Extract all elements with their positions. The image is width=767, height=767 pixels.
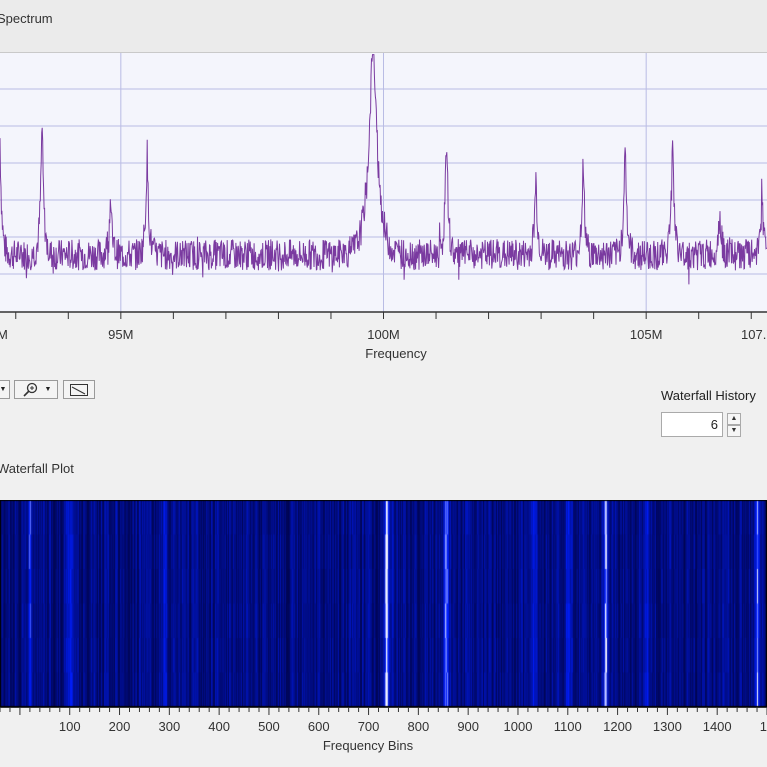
waterfall-x-axis-label: Frequency Bins [322, 738, 414, 753]
zoom-fit-button[interactable] [63, 380, 95, 399]
waterfall-x-tick-label: 1000 [504, 719, 533, 734]
spectrum-x-axis-label: Frequency [365, 346, 427, 361]
spectrum-x-tick-label: M [0, 327, 8, 342]
waterfall-x-tick-label: 600 [308, 719, 330, 734]
waterfall-x-tick-label: 300 [158, 719, 180, 734]
waterfall-heatmap[interactable] [0, 500, 767, 707]
waterfall-x-tick-label: 1100 [554, 719, 582, 734]
waterfall-x-tick-label: 1300 [653, 719, 682, 734]
spectrum-x-tick-label: 107. [741, 327, 766, 342]
chevron-down-icon: ▼ [730, 427, 738, 434]
spectrum-chart[interactable]: 95M 100M 105M M 107. [0, 52, 767, 342]
spectrum-x-tick-label: 105M [630, 327, 663, 342]
waterfall-x-tick-label: 200 [109, 719, 131, 734]
zoom-fit-icon [70, 383, 88, 396]
chevron-down-icon[interactable]: ▼ [45, 386, 52, 393]
waterfall-history-input[interactable] [661, 412, 723, 437]
waterfall-x-tick-label: 1200 [603, 719, 632, 734]
waterfall-x-tick-label: 15 [760, 719, 767, 734]
zoom-button[interactable]: ▼ [14, 380, 58, 399]
chevron-up-icon: ▲ [730, 415, 738, 422]
chevron-down-icon: ▼ [0, 386, 7, 393]
pan-dropdown-button[interactable]: ▼ [0, 380, 10, 399]
spin-up-button[interactable]: ▲ [727, 413, 741, 425]
waterfall-x-tick-label: 1400 [703, 719, 732, 734]
waterfall-x-tick-label: 900 [457, 719, 479, 734]
spectrum-x-tick-label: 95M [108, 327, 133, 342]
spin-down-button[interactable]: ▼ [727, 425, 741, 437]
waterfall-panel-title: Waterfall Plot [0, 461, 74, 476]
spectrum-x-tick-label: 100M [367, 327, 400, 342]
spectrum-panel-header [0, 0, 767, 52]
spectrum-x-axis: 95M 100M 105M M 107. [0, 311, 767, 342]
waterfall-x-tick-label: 400 [208, 719, 230, 734]
waterfall-x-tick-label: 800 [408, 719, 430, 734]
waterfall-x-tick-label: 100 [59, 719, 81, 734]
zoom-icon [22, 382, 37, 397]
waterfall-x-tick-label: 500 [258, 719, 280, 734]
waterfall-x-tick-label: 700 [358, 719, 380, 734]
waterfall-x-axis: 100 200 300 400 500 600 700 800 900 1000 1100 1200 1… [0, 707, 767, 734]
spectrum-panel-title: Spectrum [0, 11, 53, 26]
waterfall-history-label: Waterfall History [661, 388, 756, 403]
